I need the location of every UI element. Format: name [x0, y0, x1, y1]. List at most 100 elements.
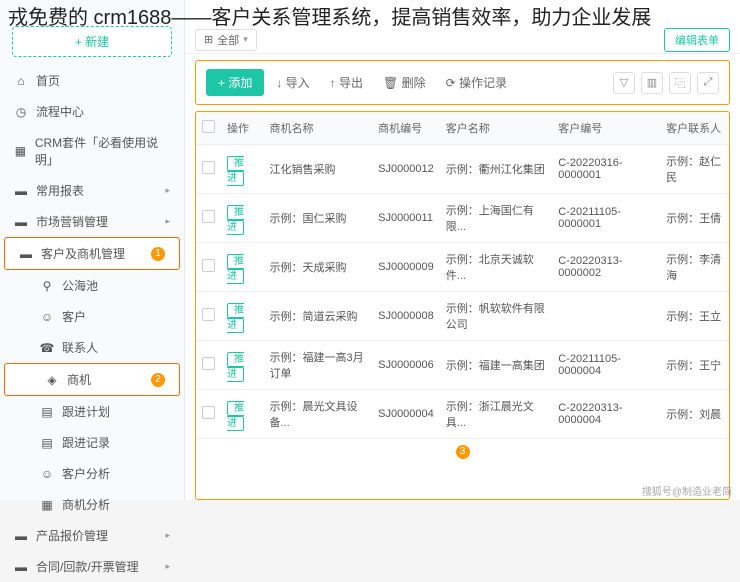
- chevron-icon: ▸: [165, 561, 170, 572]
- table-row[interactable]: 推进示例：福建一高3月订单SJ0000006示例：福建一高集团C-2021110…: [196, 341, 729, 390]
- nav-item-5[interactable]: ▬ 客户及商机管理 1: [4, 237, 180, 270]
- cell-cust: 示例：福建一高集团: [440, 341, 553, 390]
- checkbox[interactable]: [202, 357, 215, 370]
- nav-icon: ⌂: [14, 74, 28, 88]
- nav-item-4[interactable]: ▬ 市场营销管理 ▸: [0, 206, 184, 237]
- nav-label: 客户: [62, 308, 86, 325]
- delete-button[interactable]: 🗑 删除: [375, 69, 434, 96]
- nav-item-3[interactable]: ▬常用报表▸: [0, 175, 184, 206]
- main: ⊞全部▾ 编辑表单 + 添加 ↓ 导入 ↑ 导出 🗑 删除 ⟳ 操作记录 ▽ ▥…: [185, 0, 740, 500]
- nav-icon: ▤: [40, 436, 54, 450]
- nav-icon: ▦: [14, 144, 27, 158]
- nav-item-0[interactable]: ⌂ 首页: [0, 65, 184, 96]
- cell-ccode: C-20220313-0000002: [552, 243, 660, 292]
- nav-label: 公海池: [62, 277, 98, 294]
- nav-label: CRM套件「必看使用说明」: [35, 134, 170, 168]
- grid-icon: ⊞: [204, 33, 213, 46]
- checkbox[interactable]: [202, 161, 215, 174]
- footer-badge: 3: [196, 439, 729, 463]
- cell-name: 示例：晨光文具设备...: [263, 390, 372, 439]
- nav-label: 产品报价管理: [36, 527, 108, 544]
- nav-item-7[interactable]: ☺客户: [0, 301, 184, 332]
- checkbox[interactable]: [202, 259, 215, 272]
- export-button[interactable]: ↑ 导出: [322, 69, 371, 96]
- nav-label: 客户及商机管理: [41, 245, 125, 262]
- th-1: 操作: [221, 112, 263, 145]
- th-0: [196, 112, 221, 145]
- cell-contact: 示例：王倩: [660, 194, 729, 243]
- nav-icon: ◷: [14, 105, 28, 119]
- filter-icon[interactable]: ▽: [613, 72, 635, 94]
- import-button[interactable]: ↓ 导入: [268, 69, 317, 96]
- th-6: 客户联系人: [660, 112, 729, 145]
- th-3: 商机编号: [372, 112, 440, 145]
- table-row[interactable]: 推进示例：国仁采购SJ0000011示例：上海国仁有限...C-20211105…: [196, 194, 729, 243]
- push-button[interactable]: 推进: [227, 352, 244, 382]
- checkbox[interactable]: [202, 210, 215, 223]
- nav-item-15[interactable]: ▬合同/回款/开票管理▸: [0, 551, 184, 582]
- push-button[interactable]: 推进: [227, 156, 244, 186]
- nav-icon: ▬: [14, 215, 28, 229]
- cell-contact: 示例：李清海: [660, 243, 729, 292]
- push-button[interactable]: 推进: [227, 303, 244, 333]
- checkbox[interactable]: [202, 406, 215, 419]
- cell-contact: 示例：刘晨: [660, 390, 729, 439]
- cell-code: SJ0000009: [372, 243, 440, 292]
- nav-label: 市场营销管理: [36, 213, 108, 230]
- checkbox[interactable]: [202, 308, 215, 321]
- nav-item-11[interactable]: ▤ 跟进记录: [0, 427, 184, 458]
- nav-item-6[interactable]: ⚲公海池: [0, 270, 184, 301]
- cell-name: 示例：天成采购: [263, 243, 372, 292]
- tab-all[interactable]: ⊞全部▾: [195, 29, 257, 51]
- chevron-down-icon: ▾: [243, 34, 248, 45]
- nav-icon: ▬: [14, 560, 28, 574]
- table-row[interactable]: 推进示例：简道云采购SJ0000008示例：帆软软件有限公司示例：王立: [196, 292, 729, 341]
- push-button[interactable]: 推进: [227, 205, 244, 235]
- edit-form-button[interactable]: 编辑表单: [664, 28, 730, 52]
- push-button[interactable]: 推进: [227, 254, 244, 284]
- cell-contact: 示例：王宁: [660, 341, 729, 390]
- checkbox-all[interactable]: [202, 120, 215, 133]
- column-icon[interactable]: ▥: [641, 72, 663, 94]
- toolbar: + 添加 ↓ 导入 ↑ 导出 🗑 删除 ⟳ 操作记录 ▽ ▥ ⿻ ⤢: [195, 60, 730, 105]
- push-button[interactable]: 推进: [227, 401, 244, 431]
- cell-code: SJ0000012: [372, 145, 440, 194]
- table-header-row: 操作商机名称商机编号客户名称客户编号客户联系人: [196, 112, 729, 145]
- nav-label: 联系人: [62, 339, 98, 356]
- nav-label: 跟进记录: [62, 434, 110, 451]
- nav-item-8[interactable]: ☎联系人: [0, 332, 184, 363]
- tool-icons: ▽ ▥ ⿻ ⤢: [613, 72, 719, 94]
- cell-code: SJ0000011: [372, 194, 440, 243]
- cell-ccode: [552, 292, 660, 341]
- log-button[interactable]: ⟳ 操作记录: [438, 69, 515, 96]
- nav-label: 常用报表: [36, 182, 84, 199]
- expand-icon[interactable]: ⤢: [697, 72, 719, 94]
- badge: 1: [151, 247, 165, 261]
- nav-item-9[interactable]: ◈商机2: [4, 363, 180, 396]
- nav-item-2[interactable]: ▦ CRM套件「必看使用说明」: [0, 127, 184, 175]
- th-2: 商机名称: [263, 112, 372, 145]
- nav-item-12[interactable]: ☺客户分析: [0, 458, 184, 489]
- nav-icon: ▬: [14, 529, 28, 543]
- table-row[interactable]: 推进示例：晨光文具设备...SJ0000004示例：浙江晨光文具...C-202…: [196, 390, 729, 439]
- nav-label: 商机: [67, 371, 91, 388]
- nav-label: 商机分析: [62, 496, 110, 513]
- copy-icon[interactable]: ⿻: [669, 72, 691, 94]
- chevron-icon: ▸: [165, 530, 170, 541]
- app-root: + 新建 ⌂首页◷流程中心▦CRM套件「必看使用说明」▬常用报表▸▬市场营销管理…: [0, 0, 740, 500]
- nav-label: 首页: [36, 72, 60, 89]
- nav-item-10[interactable]: ▤跟进计划: [0, 396, 184, 427]
- data-table: 操作商机名称商机编号客户名称客户编号客户联系人 推进江化销售采购SJ000001…: [196, 112, 729, 439]
- table-row[interactable]: 推进江化销售采购SJ0000012示例：衢州江化集团C-20220316-000…: [196, 145, 729, 194]
- chevron-icon: ▸: [165, 216, 170, 227]
- cell-name: 示例：国仁采购: [263, 194, 372, 243]
- new-button[interactable]: + 新建: [12, 26, 172, 57]
- cell-cust: 示例：上海国仁有限...: [440, 194, 553, 243]
- nav-item-14[interactable]: ▬ 产品报价管理 ▸: [0, 520, 184, 551]
- nav-label: 客户分析: [62, 465, 110, 482]
- add-button[interactable]: + 添加: [206, 69, 264, 96]
- nav-icon: ▬: [19, 247, 33, 261]
- nav-item-13[interactable]: ▦商机分析: [0, 489, 184, 520]
- nav-item-1[interactable]: ◷流程中心: [0, 96, 184, 127]
- table-row[interactable]: 推进示例：天成采购SJ0000009示例：北京天诚软件...C-20220313…: [196, 243, 729, 292]
